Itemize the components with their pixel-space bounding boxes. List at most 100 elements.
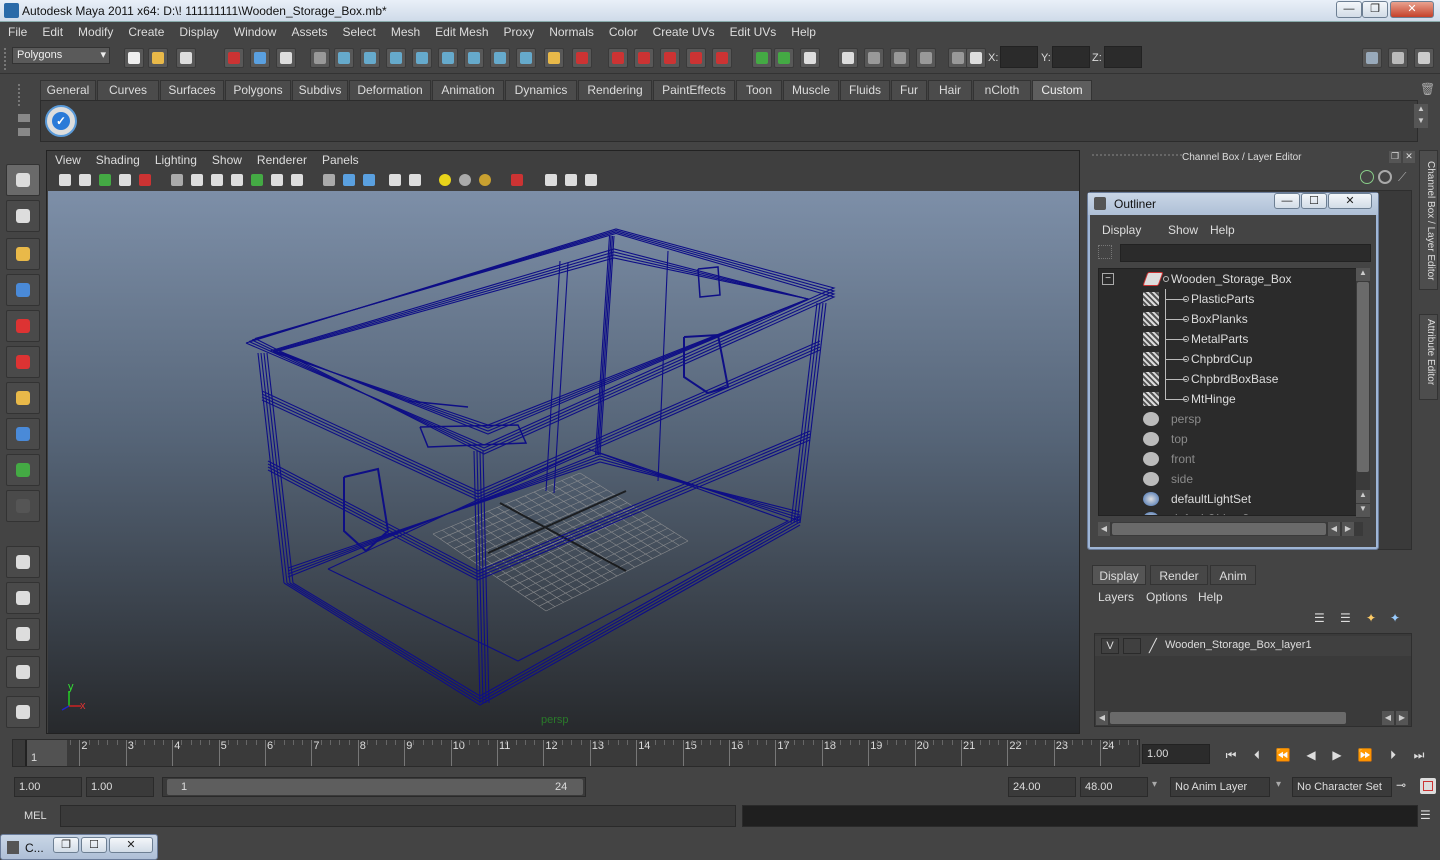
scroll-up-icon[interactable]: ▲ [1414,104,1428,116]
shelf-tab-hair[interactable]: Hair [928,80,972,100]
layer-tab-anim[interactable]: Anim [1210,565,1256,585]
current-time-field[interactable]: 1.00 [1142,744,1210,764]
gate-mask-icon[interactable] [229,172,245,188]
trash-icon[interactable]: 🗑 [1420,82,1435,96]
absolute-transform-icon[interactable] [966,48,986,68]
snap-grid-icon[interactable] [334,48,354,68]
shelf-tab-painteffects[interactable]: PaintEffects [653,80,735,100]
hscroll-thumb[interactable] [1110,712,1346,724]
select-component-icon[interactable] [276,48,296,68]
mel-input[interactable] [60,805,736,827]
menu-select[interactable]: Select [334,22,382,39]
minimize-button[interactable]: — [1336,1,1362,18]
outliner-item-defaultobjectset[interactable]: defaultObjectSet [1099,509,1359,515]
shelf-tab-surfaces[interactable]: Surfaces [160,80,224,100]
close-button[interactable]: ✕ [1390,1,1434,18]
image-plane-icon[interactable] [97,172,113,188]
layer-tab-render[interactable]: Render [1150,565,1208,585]
shelf-menu-icon[interactable] [14,82,32,142]
side-tab-attribute-editor[interactable]: Attribute Editor [1419,314,1438,400]
outliner-item-side[interactable]: side [1099,469,1359,489]
shelf-tab-fur[interactable]: Fur [891,80,927,100]
layer-template-toggle[interactable] [1123,638,1141,654]
outliner-close-button[interactable]: ✕ [1328,193,1372,209]
side-tab-channel-box[interactable]: Channel Box / Layer Editor [1419,150,1438,290]
scroll-down-icon[interactable]: ▼ [1414,116,1428,128]
render-icon[interactable] [608,48,628,68]
outliner-item-top[interactable]: top [1099,429,1359,449]
last-tool-icon[interactable] [6,490,40,522]
menu-edit[interactable]: Edit [34,22,70,39]
input-ops-icon[interactable] [572,48,592,68]
viewport-3d-canvas[interactable]: persp y x [48,191,1079,733]
chevron-down-icon[interactable]: ▾ [1152,779,1164,790]
shelf-tab-general[interactable]: General [40,80,96,100]
menu-edit-mesh[interactable]: Edit Mesh [427,22,495,39]
menu-create-uvs[interactable]: Create UVs [645,22,722,39]
outliner-maximize-button[interactable]: ☐ [1301,193,1327,209]
outliner-menu-show[interactable]: Show [1168,223,1198,237]
step-forward-frame-icon[interactable]: ⏩ [1356,748,1374,764]
hscroll-thumb[interactable] [1112,523,1326,535]
show-manipulator-icon[interactable] [6,454,40,486]
display-mode-icon[interactable] [838,48,858,68]
custom-shelf-button[interactable]: ✓ [45,105,77,137]
step-back-key-icon[interactable]: ⏴ [1248,748,1266,764]
flat-shade-icon[interactable] [361,172,377,188]
snap-surface-icon[interactable] [438,48,458,68]
snap-curve-icon[interactable] [360,48,380,68]
menu-help[interactable]: Help [783,22,823,39]
outliner-hscroll[interactable]: ◀ ◀ ▶ [1098,522,1363,536]
menu-assets[interactable]: Assets [283,22,334,39]
scroll-left-icon[interactable]: ◀ [1096,711,1108,725]
float-panel-icon[interactable]: ❐ [1389,151,1401,163]
scroll-right-icon[interactable]: ▶ [1342,522,1354,536]
outliner-titlebar[interactable]: Outliner — ☐ ✕ [1088,193,1378,215]
hypershade-layout-icon[interactable] [6,696,40,728]
layer-color-swatch-icon[interactable]: ╱ [1149,638,1163,654]
layer-row[interactable]: V ╱ Wooden_Storage_Box_layer1 [1095,636,1411,656]
step-back-frame-icon[interactable]: ⏪ [1274,748,1292,764]
scroll-down-icon[interactable]: ▼ [1356,504,1370,517]
menu-create[interactable]: Create [120,22,171,39]
use-all-lights-icon[interactable] [437,172,453,188]
shelf-tab-polygons[interactable]: Polygons [225,80,291,100]
paint-select-tool-icon[interactable] [6,238,40,270]
tool-settings-toggle-icon[interactable] [1414,48,1434,68]
select-tool-icon[interactable] [6,164,40,196]
x-input[interactable] [1000,46,1038,68]
scroll-left-icon[interactable]: ◀ [1382,711,1394,725]
playback-end-field[interactable]: 24.00 [1008,777,1076,797]
film-gate-icon[interactable] [189,172,205,188]
outliner-item-plasticparts[interactable]: PlasticParts [1099,289,1359,319]
shelf-tab-dynamics[interactable]: Dynamics [505,80,577,100]
mel-label[interactable]: MEL [14,808,56,826]
outliner-item-defaultlightset[interactable]: defaultLightSet [1099,489,1359,509]
create-layer-selected-icon[interactable]: ✦ [1390,611,1406,627]
snap-point-icon[interactable] [386,48,406,68]
xray-components-icon[interactable] [583,172,599,188]
menu-color[interactable]: Color [601,22,645,39]
menu-edit-uvs[interactable]: Edit UVs [722,22,784,39]
safe-action-icon[interactable] [269,172,285,188]
snap-live-icon[interactable] [464,48,484,68]
viewport-menu-shading[interactable]: Shading [88,151,147,167]
lock-selection-icon[interactable] [310,48,330,68]
outliner-item-boxplanks[interactable]: BoxPlanks [1099,299,1359,329]
menu-file[interactable]: File [0,22,34,39]
outliner-menu-help[interactable]: Help [1210,223,1235,237]
shelf-scroll[interactable]: ▲ ▼ [1414,104,1428,140]
close-button[interactable]: ✕ [109,837,153,853]
outliner-item-persp[interactable]: persp [1099,409,1359,429]
help-icon[interactable] [516,48,536,68]
preferences-icon[interactable] [1420,778,1436,794]
rotate-tool-icon[interactable] [6,310,40,342]
graph-layout-icon[interactable] [6,656,40,688]
shelf-tab-fluids[interactable]: Fluids [840,80,890,100]
bounding-box-icon[interactable] [387,172,403,188]
speed-icon[interactable] [1378,170,1392,184]
shelf-tab-muscle[interactable]: Muscle [783,80,839,100]
manipulator-icon[interactable]: ⟋ [1398,170,1412,184]
camera-attributes-icon[interactable] [57,172,73,188]
grid-icon[interactable] [169,172,185,188]
